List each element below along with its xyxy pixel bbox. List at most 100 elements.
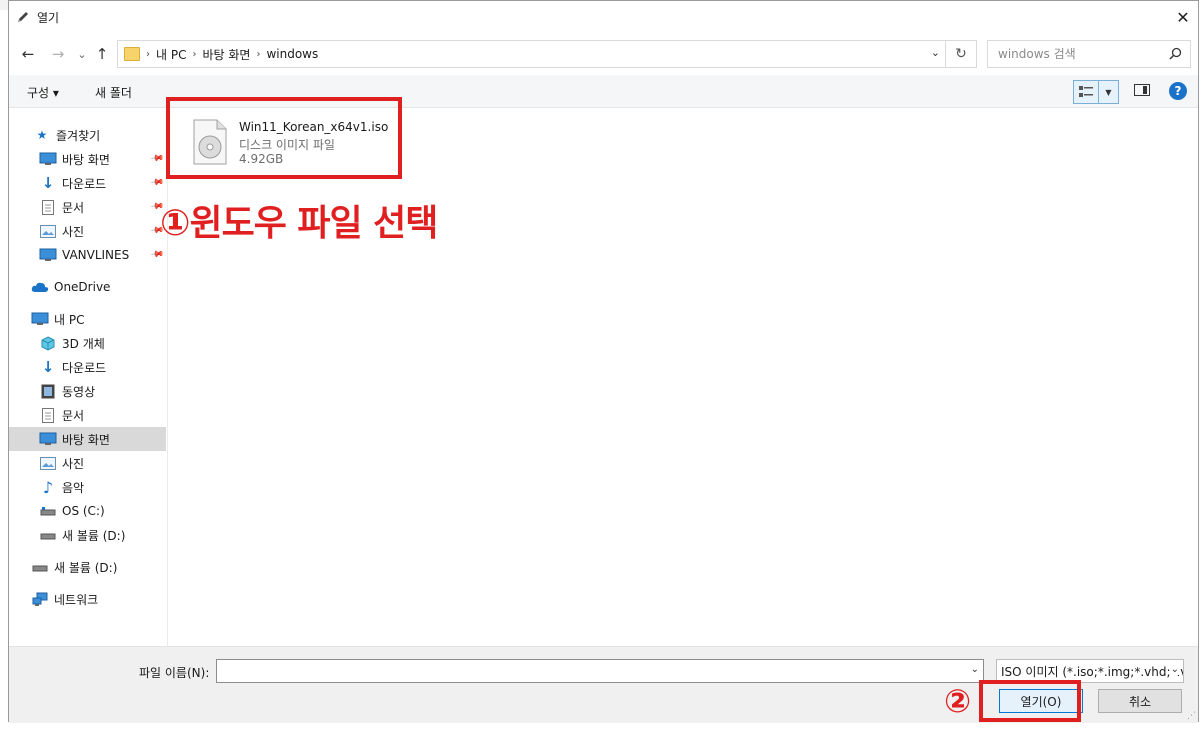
sidebar-item-videos[interactable]: 동영상 [39,379,95,403]
sidebar-item-pictures[interactable]: 사진 [39,451,84,475]
filename-dropdown-icon[interactable]: ⌄ [971,664,979,675]
sidebar-item-label: 새 볼륨 (D:) [62,528,126,543]
drive-icon [39,527,57,543]
filename-input[interactable]: ⌄ [216,659,984,683]
search-icon[interactable] [1169,47,1182,64]
sidebar-item-pictures-pinned[interactable]: 사진 📌 [39,219,167,243]
cube-icon [39,335,57,351]
sidebar-item-onedrive[interactable]: OneDrive [31,275,110,299]
sidebar-item-desktop[interactable]: 바탕 화면 [9,427,166,451]
sidebar-item-label: 3D 개체 [62,336,105,351]
sidebar-item-label: OS (C:) [62,504,105,518]
pencil-icon [15,9,31,25]
music-icon: ♪ [42,477,54,497]
sidebar-item-label: 다운로드 [62,176,107,191]
preview-pane-icon[interactable] [1134,84,1150,96]
file-type-filter-value: ISO 이미지 (*.iso;*.img;*.vhd;*.vhdx) [1001,664,1183,679]
recent-locations-chevron-icon[interactable]: ⌄ [73,45,91,63]
drive-icon [39,503,57,519]
sidebar-item-label: 음악 [62,480,85,495]
view-dropdown-icon: ▼ [1105,87,1112,97]
search-input[interactable] [996,46,1160,62]
breadcrumb-this-pc[interactable]: 내 PC [156,46,186,63]
new-folder-button[interactable]: 새 폴더 [95,84,132,101]
sidebar-item-vanvlines[interactable]: VANVLINES 📌 [39,243,167,267]
back-arrow-icon[interactable]: ← [19,45,37,63]
document-icon [39,199,57,215]
sidebar-item-label: 바탕 화면 [62,152,110,167]
video-icon [39,383,57,399]
filename-label: 파일 이름(N): [139,666,210,680]
annotation-step1-label: ①윈도우 파일 선택 [160,203,438,244]
sidebar-item-documents-pinned[interactable]: 문서 📌 [39,195,167,219]
window-title: 열기 [37,10,60,25]
address-bar[interactable]: › 내 PC › 바탕 화면 › windows ⌄ ↻ [117,40,977,68]
pin-icon: 📌 [149,175,165,191]
address-dropdown-icon[interactable]: ⌄ [931,46,940,59]
pc-icon [31,311,49,327]
sidebar-item-downloads[interactable]: ↓ 다운로드 [39,355,106,379]
star-icon: ★ [36,128,48,142]
document-icon [39,407,57,423]
address-row: ← → ⌄ ↑ › 내 PC › 바탕 화면 › windows ⌄ ↻ [9,39,1198,69]
folder-icon [124,47,140,61]
sidebar-item-label: 사진 [62,456,85,471]
sidebar-item-network[interactable]: 네트워크 [31,587,98,611]
close-button[interactable]: ✕ [1168,1,1198,33]
breadcrumb-separator: › [192,48,197,60]
drive-icon [31,559,49,575]
sidebar-item-music[interactable]: ♪ 음악 [39,475,84,499]
sidebar-item-3d-objects[interactable]: 3D 개체 [39,331,105,355]
cancel-button[interactable]: 취소 [1098,689,1182,713]
search-box[interactable] [987,40,1191,68]
sidebar-item-label: 문서 [62,408,85,423]
download-icon: ↓ [41,174,55,192]
navigation-pane: ★ 즐겨찾기 바탕 화면 📌 ↓ 다운로드 📌 문서 📌 사진 📌 VANVLI… [9,108,167,646]
sidebar-item-label: 네트워크 [54,592,99,607]
sidebar-item-documents[interactable]: 문서 [39,403,84,427]
cloud-icon [31,279,49,295]
sidebar-item-drive-c[interactable]: OS (C:) [39,499,105,523]
monitor-icon [39,247,57,263]
refresh-icon[interactable]: ↻ [945,41,976,67]
change-view-button[interactable]: ▼ [1073,80,1119,104]
breadcrumb-windows[interactable]: windows [266,47,318,61]
annotation-highlight-open-button [979,680,1081,722]
annotation-step2-label: ② [944,682,972,720]
organize-menu-button[interactable]: 구성 ▾ [27,84,59,101]
filter-dropdown-icon: ⌄ [1170,664,1179,675]
desktop-icon [39,431,57,447]
sidebar-item-label: 즐겨찾기 [56,128,101,143]
sidebar-item-desktop-pinned[interactable]: 바탕 화면 📌 [39,147,167,171]
breadcrumb-desktop[interactable]: 바탕 화면 [202,46,250,63]
breadcrumb-separator: › [146,48,150,60]
sidebar-item-quick-access[interactable]: ★ 즐겨찾기 [33,123,101,147]
sidebar-item-label: 내 PC [54,312,85,327]
sidebar-item-label: 사진 [62,224,85,239]
resize-grip-icon[interactable]: ⋰ [1187,711,1196,721]
pane-divider[interactable] [167,108,168,646]
sidebar-item-label: 문서 [62,200,85,215]
up-arrow-icon[interactable]: ↑ [93,45,111,63]
sidebar-item-label: 바탕 화면 [62,432,110,447]
download-icon: ↓ [41,358,55,376]
sidebar-item-drive-d[interactable]: 새 볼륨 (D:) [39,523,125,547]
pin-icon: 📌 [149,247,165,263]
details-view-icon [1074,81,1099,103]
pin-icon: 📌 [149,151,165,167]
sidebar-item-this-pc[interactable]: 내 PC [31,307,84,331]
picture-icon [39,223,57,239]
file-list: Win11_Korean_x64v1.iso 디스크 이미지 파일 4.92GB [169,108,1198,646]
sidebar-item-drive-d-root[interactable]: 새 볼륨 (D:) [31,555,117,579]
network-icon [31,591,49,607]
help-icon[interactable]: ? [1169,82,1187,100]
annotation-highlight-file [166,97,402,179]
sidebar-item-downloads-pinned[interactable]: ↓ 다운로드 📌 [39,171,167,195]
breadcrumb-separator: › [256,48,261,60]
sidebar-item-label: 다운로드 [62,360,107,375]
forward-arrow-icon[interactable]: → [49,45,67,63]
desktop-icon [39,151,57,167]
sidebar-item-label: VANVLINES [62,248,130,262]
picture-icon [39,455,57,471]
sidebar-item-label: OneDrive [54,280,111,294]
